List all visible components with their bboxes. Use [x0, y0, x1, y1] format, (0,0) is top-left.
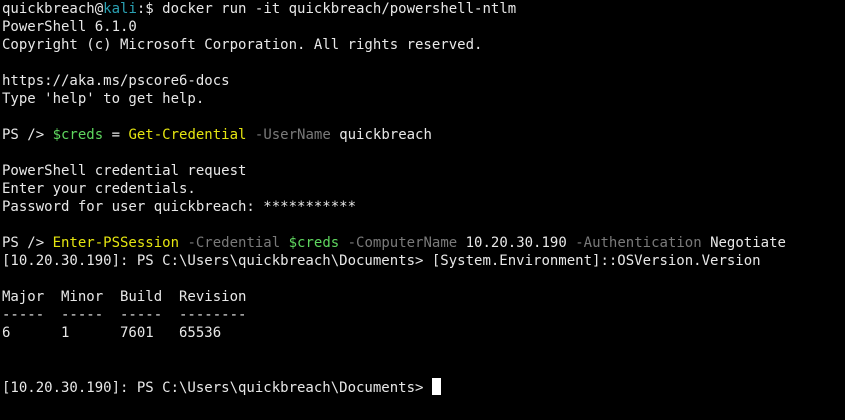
username-value: quickbreach	[330, 127, 432, 143]
shell-command-line: quickbreach@kali:$ docker run -it quickb…	[2, 0, 516, 18]
credential-request-title: PowerShell credential request	[2, 163, 247, 179]
computername-parameter: -ComputerName	[339, 235, 458, 251]
password-label: Password for user quickbreach:	[2, 199, 264, 215]
shell-hostname: kali	[103, 1, 137, 17]
password-prompt-line: Password for user quickbreach: *********…	[2, 198, 356, 216]
credential-instruction: Enter your credentials.	[2, 181, 196, 197]
version-table-header: Major Minor Build Revision	[2, 289, 247, 305]
version-table-separator: ----- ----- ----- --------	[2, 307, 247, 323]
ps-prompt: PS />	[2, 127, 53, 143]
get-credential-command-line: PS /> $creds = Get-Credential -UserName …	[2, 126, 432, 144]
assignment-operator: =	[103, 127, 129, 143]
authentication-parameter: -Authentication	[566, 235, 702, 251]
docs-url: https://aka.ms/pscore6-docs	[2, 73, 230, 89]
text-cursor[interactable]	[431, 378, 441, 395]
enter-pssession-cmdlet: Enter-PSSession	[52, 235, 180, 251]
shell-prompt-suffix: :$	[136, 1, 163, 17]
help-hint: Type 'help' to get help.	[2, 91, 205, 107]
final-prompt-line[interactable]: [10.20.30.190]: PS C:\Users\quickbreach\…	[2, 378, 441, 396]
enter-pssession-command-line: PS /> Enter-PSSession -Credential $creds…	[2, 234, 786, 252]
final-remote-prompt: [10.20.30.190]: PS C:\Users\quickbreach\…	[2, 380, 432, 396]
osversion-command: [System.Environment]::OSVersion.Version	[431, 253, 761, 269]
version-table-row: 6 1 7601 65536	[2, 325, 222, 341]
credential-parameter: -Credential	[179, 235, 281, 251]
shell-username: quickbreach	[2, 1, 95, 17]
password-mask: ***********	[263, 199, 357, 215]
copyright-notice: Copyright (c) Microsoft Corporation. All…	[2, 37, 483, 53]
get-credential-cmdlet: Get-Credential	[128, 127, 247, 143]
authentication-value: Negotiate	[701, 235, 786, 251]
remote-prompt: [10.20.30.190]: PS C:\Users\quickbreach\…	[2, 253, 432, 269]
remote-command-line: [10.20.30.190]: PS C:\Users\quickbreach\…	[2, 252, 761, 270]
computername-value: 10.20.30.190	[457, 235, 567, 251]
terminal-window[interactable]: quickbreach@kali:$ docker run -it quickb…	[0, 0, 845, 420]
shell-at-sign: @	[94, 1, 104, 17]
username-parameter: -UserName	[246, 127, 331, 143]
ps-prompt: PS />	[2, 235, 53, 251]
powershell-version: PowerShell 6.1.0	[2, 19, 137, 35]
creds-variable-arg: $creds	[280, 235, 340, 251]
creds-variable: $creds	[52, 127, 104, 143]
docker-command: docker run -it quickbreach/powershell-nt…	[162, 1, 517, 17]
